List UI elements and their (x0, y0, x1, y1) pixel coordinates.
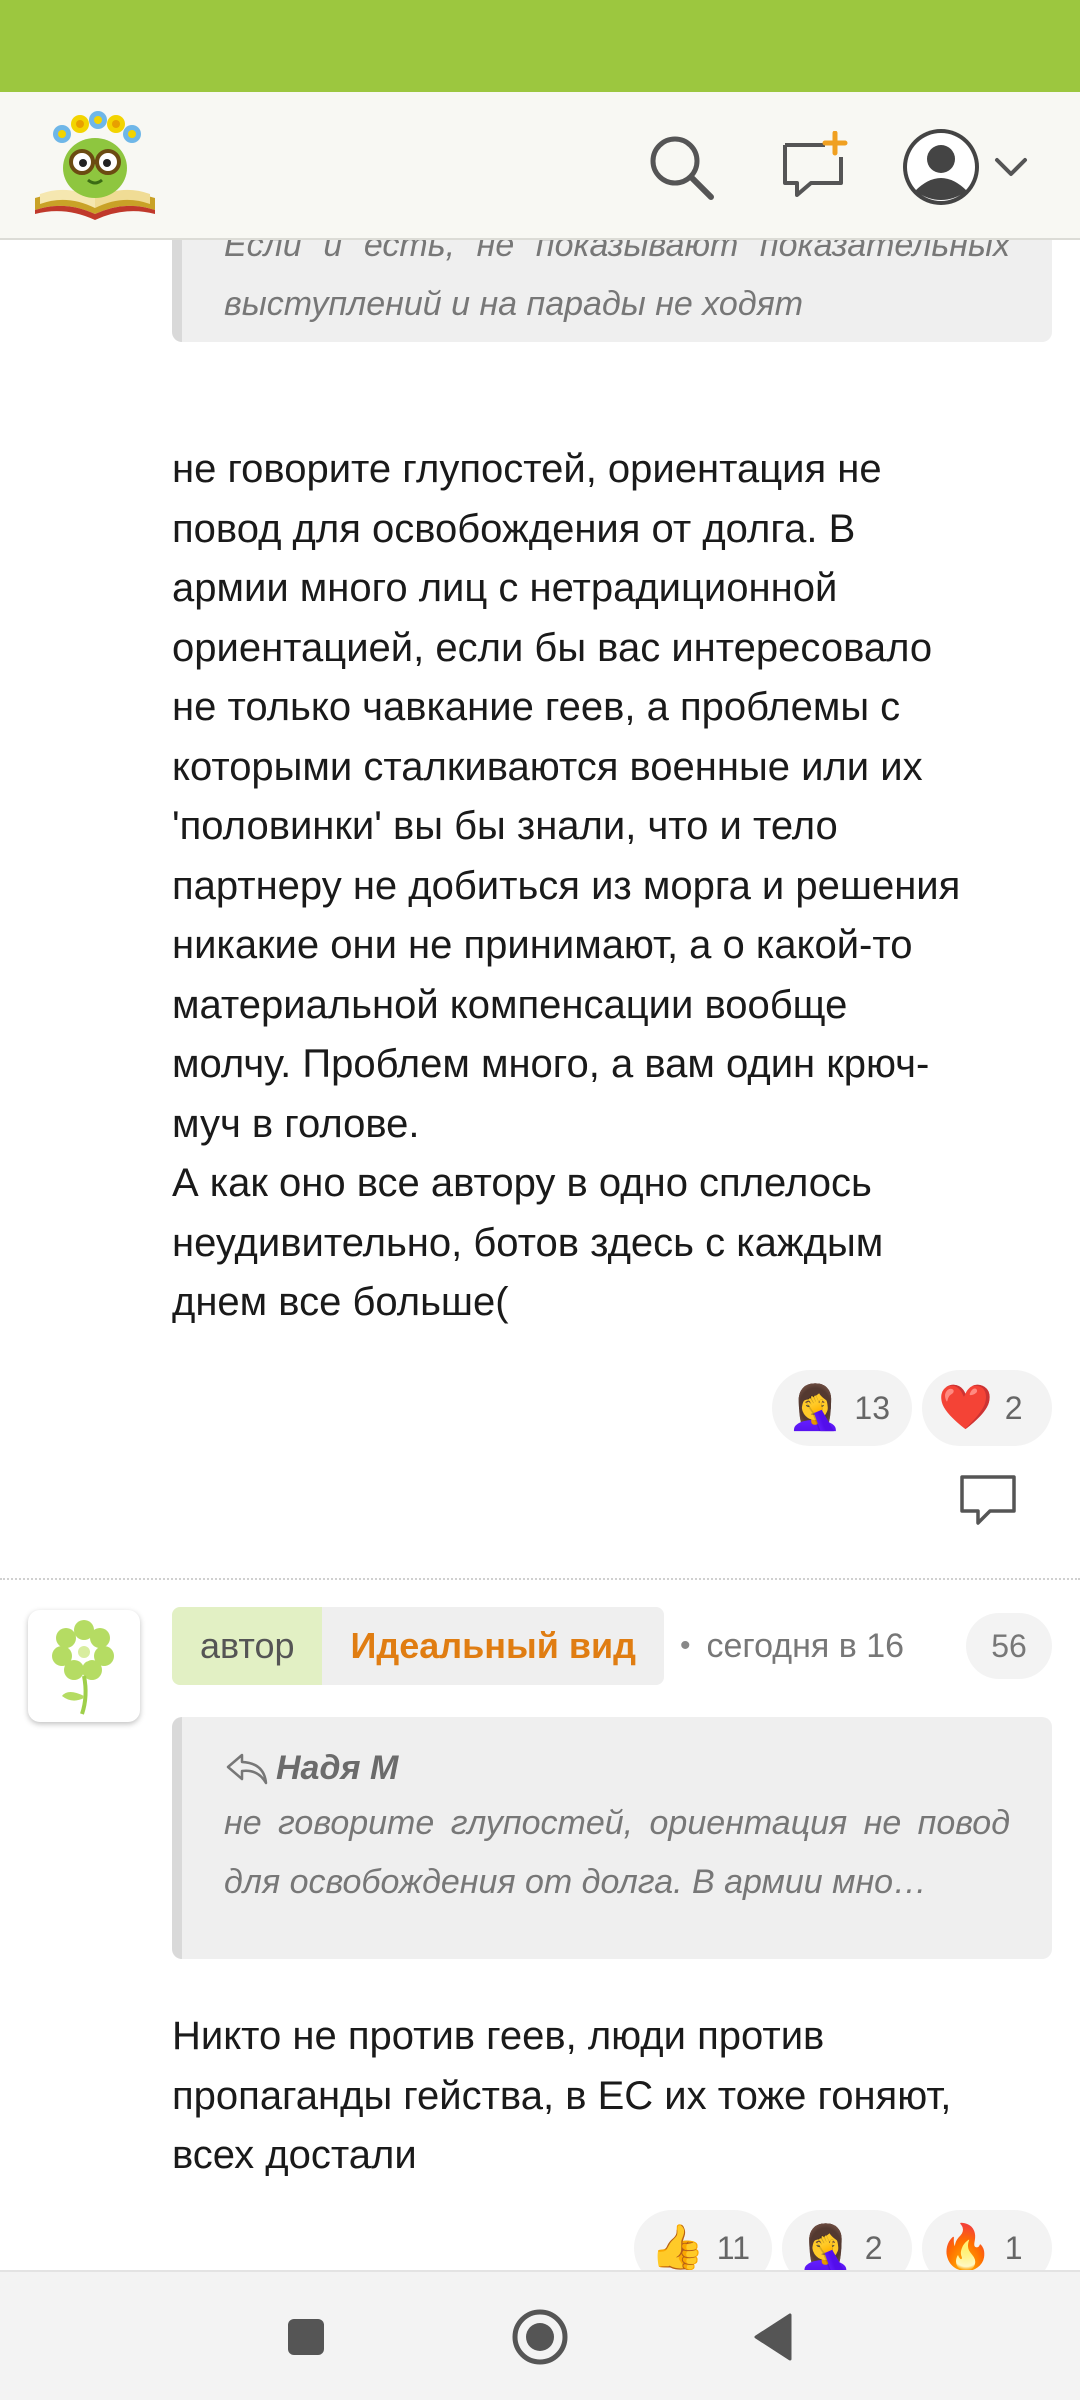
comment-number-badge[interactable]: 56 (966, 1613, 1052, 1679)
search-button[interactable] (636, 122, 726, 212)
comment-thread: Если и есть, не показывают показательных… (0, 240, 1080, 2270)
back-icon (754, 2313, 792, 2361)
quoted-comment: Если и есть, не показывают показательных… (172, 240, 1052, 342)
status-bar (0, 0, 1080, 92)
fire-emoji-icon: 🔥 (938, 2223, 993, 2270)
quoted-comment[interactable]: Надя М не говорите глупостей, ориентация… (172, 1717, 1052, 1959)
reaction-count: 11 (716, 2229, 750, 2266)
reaction-count: 2 (1004, 1389, 1023, 1426)
facepalm-emoji-icon: 🤦‍♀️ (787, 1383, 843, 1432)
quote-text: Если и есть, не показывают показательных… (224, 240, 1010, 323)
comment-meta: автор Идеальный вид • сегодня в 16 56 (172, 1607, 1052, 1685)
reaction-bar: 👍 11 🤦‍♀️ 2 🔥 1 (633, 2210, 1052, 2270)
reply-button[interactable] (958, 1473, 1018, 1534)
reaction-count: 1 (1004, 2229, 1023, 2266)
profile-menu-button[interactable] (890, 118, 1040, 216)
reaction-facepalm[interactable]: 🤦‍♀️ 2 (782, 2210, 912, 2270)
chevron-down-icon (995, 158, 1027, 176)
app-header (0, 92, 1080, 240)
reaction-fire[interactable]: 🔥 1 (922, 2210, 1052, 2270)
flower-avatar-icon (52, 1620, 114, 1715)
user-avatar-icon (903, 129, 979, 205)
reply-arrow-icon (226, 1753, 268, 1784)
quote-text: не говорите глупостей, ориентация не пов… (224, 1804, 1010, 1901)
author-label: автор (172, 1607, 323, 1685)
comment-text: Никто не против геев, люди против пропаг… (172, 2014, 952, 2177)
home-button[interactable] (500, 2297, 580, 2377)
search-icon (650, 136, 714, 200)
author-tag[interactable]: автор Идеальный вид (172, 1607, 664, 1685)
new-message-button[interactable] (770, 122, 860, 212)
new-message-icon (783, 131, 848, 197)
thumbs-up-emoji-icon: 👍 (649, 2223, 705, 2270)
heart-emoji-icon: ❤️ (938, 1383, 993, 1432)
reaction-thumbs-up[interactable]: 👍 11 (633, 2210, 772, 2270)
back-button[interactable] (734, 2297, 814, 2377)
quote-author-name: Надя М (276, 1749, 399, 1787)
recent-apps-icon (288, 2319, 324, 2355)
reaction-bar: 🤦‍♀️ 13 ❤️ 2 (771, 1370, 1052, 1446)
reaction-count: 2 (864, 2229, 883, 2266)
author-name[interactable]: Идеальный вид (322, 1607, 664, 1685)
comment-time: сегодня в 16 (707, 1626, 955, 1666)
facepalm-emoji-icon: 🤦‍♀️ (798, 2223, 853, 2270)
comment-reply-icon (960, 1475, 1016, 1525)
home-icon (512, 2309, 568, 2365)
reaction-count: 13 (854, 1389, 890, 1426)
comment-text: не говорите глупостей, ориентация не пов… (172, 447, 961, 1324)
system-navigation-bar (0, 2270, 1080, 2400)
comment-divider (0, 1578, 1080, 1580)
quote-author: Надя М (224, 1739, 1010, 1798)
book-bug-logo-icon[interactable] (30, 110, 160, 222)
commenter-avatar[interactable] (28, 1610, 140, 1722)
reaction-facepalm[interactable]: 🤦‍♀️ 13 (771, 1370, 912, 1446)
reaction-heart[interactable]: ❤️ 2 (922, 1370, 1052, 1446)
meta-separator: • (680, 1629, 691, 1662)
recent-apps-button[interactable] (266, 2297, 346, 2377)
